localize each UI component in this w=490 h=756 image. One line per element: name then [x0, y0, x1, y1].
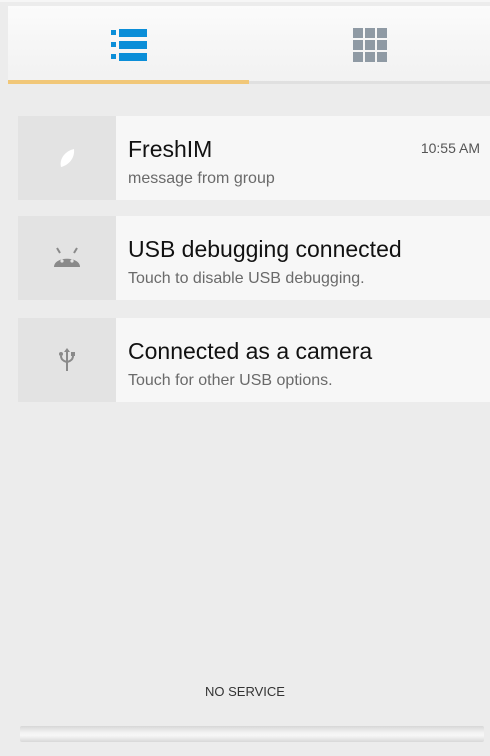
- tab-divider: [249, 81, 490, 84]
- notification-title: FreshIM: [128, 136, 213, 162]
- notification-icon-box: [18, 216, 116, 300]
- list-icon: [110, 29, 147, 61]
- notification-icon-box: [18, 318, 116, 402]
- notification-freshim[interactable]: FreshIM message from group 10:55 AM: [18, 116, 490, 200]
- tab-quick-settings[interactable]: [249, 6, 490, 84]
- notification-icon-box: [18, 116, 116, 200]
- leaf-icon: [60, 149, 75, 167]
- notification-subtitle: Touch to disable USB debugging.: [128, 270, 365, 287]
- tab-indicator: [8, 80, 249, 84]
- top-divider: [0, 0, 490, 2]
- carrier-status: NO SERVICE: [205, 684, 285, 699]
- notification-tabs: [8, 6, 490, 84]
- tab-notifications[interactable]: [8, 6, 249, 84]
- notification-time: 10:55 AM: [420, 140, 480, 156]
- notification-subtitle: Touch for other USB options.: [128, 372, 333, 389]
- drag-handle[interactable]: [20, 726, 484, 742]
- notification-title: Connected as a camera: [128, 338, 373, 364]
- notification-title: USB debugging connected: [128, 236, 402, 262]
- android-icon: [54, 247, 80, 267]
- notification-body: USB debugging connected Touch to disable…: [116, 216, 490, 300]
- notification-body: FreshIM message from group 10:55 AM: [116, 116, 490, 200]
- grid-icon: [352, 28, 387, 62]
- notification-usb-camera[interactable]: Connected as a camera Touch for other US…: [18, 318, 490, 402]
- notification-subtitle: message from group: [128, 170, 275, 187]
- notification-usb-debugging[interactable]: USB debugging connected Touch to disable…: [18, 216, 490, 300]
- notification-body: Connected as a camera Touch for other US…: [116, 318, 490, 402]
- usb-icon: [59, 348, 75, 371]
